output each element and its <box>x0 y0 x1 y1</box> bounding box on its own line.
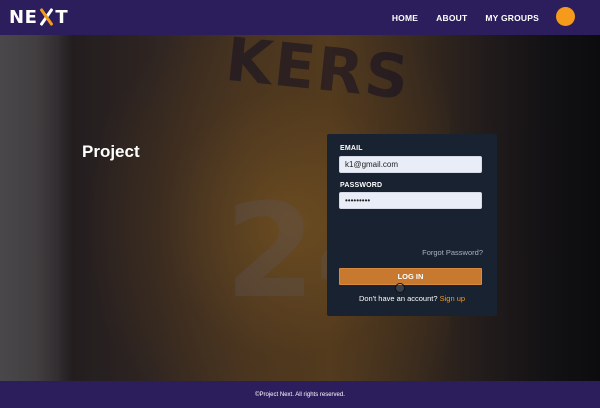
email-label: EMAIL <box>340 145 363 152</box>
logo-text-right: T <box>55 6 69 28</box>
nav-my-groups-link[interactable]: MY GROUPS <box>485 13 539 23</box>
mouse-cursor-icon <box>395 283 405 293</box>
footer-copyright: ©Project Next. All rights reserved. <box>255 391 345 398</box>
signup-row: Don't have an account? Sign up <box>327 294 497 303</box>
logo-text-left: NE <box>9 6 38 28</box>
footer: ©Project Next. All rights reserved. <box>0 381 600 408</box>
signup-prompt: Don't have an account? <box>358 294 438 303</box>
nav-links: HOME ABOUT MY GROUPS <box>374 0 539 35</box>
password-field[interactable] <box>339 192 482 209</box>
logo[interactable]: NE T <box>9 6 69 28</box>
page-title: Project <box>82 142 140 161</box>
hero-background: KERS 24 Project EMAIL PASSWORD Forgot Pa… <box>0 35 600 381</box>
login-button[interactable]: LOG IN <box>339 268 482 285</box>
nav-about-link[interactable]: ABOUT <box>436 13 467 23</box>
hero-overlay <box>0 35 600 381</box>
avatar[interactable] <box>556 7 575 26</box>
navbar: NE T HOME ABOUT MY GROUPS <box>0 0 600 35</box>
password-label: PASSWORD <box>340 182 383 189</box>
nav-home-link[interactable]: HOME <box>392 13 418 23</box>
login-card: EMAIL PASSWORD Forgot Password? LOG IN D… <box>327 134 497 316</box>
signup-link[interactable]: Sign up <box>440 294 465 303</box>
logo-x-icon <box>38 7 54 27</box>
email-field[interactable] <box>339 156 482 173</box>
forgot-password-link[interactable]: Forgot Password? <box>422 248 483 257</box>
